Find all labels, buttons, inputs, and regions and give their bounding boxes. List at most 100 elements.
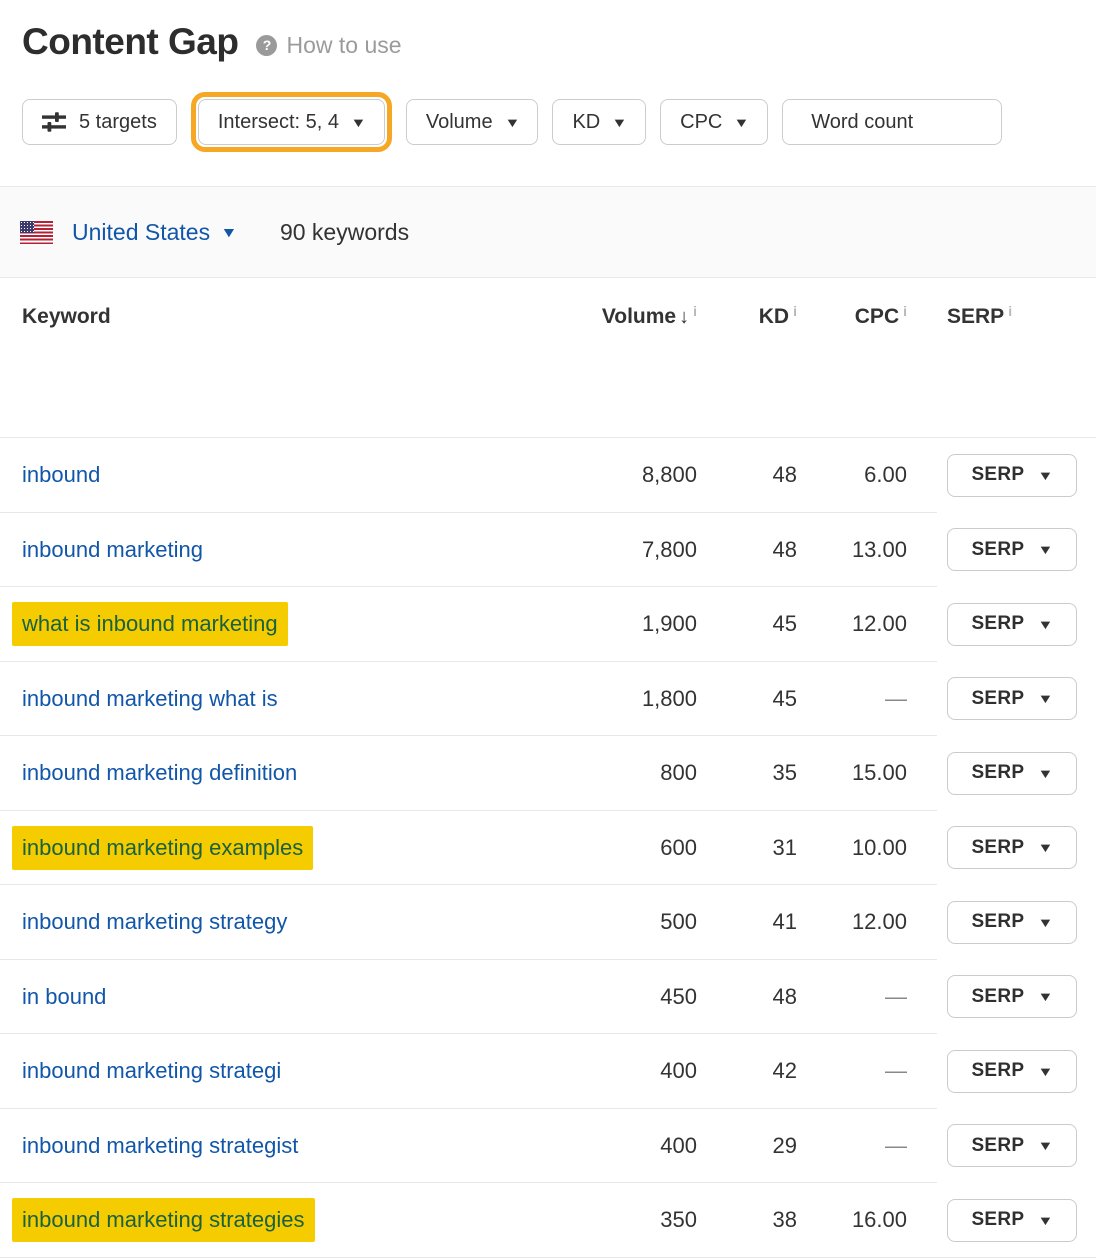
chevron-down-icon: ▼ <box>1038 990 1054 1003</box>
us-flag-icon <box>20 221 53 244</box>
serp-cell: SERP ▼ <box>907 677 1096 720</box>
volume-cell: 7,800 <box>567 537 697 563</box>
serp-button-label: SERP <box>971 613 1024 635</box>
intersect-label: Intersect: 5, 4 <box>218 111 339 134</box>
page-title: Content Gap <box>22 18 238 66</box>
serp-button-label: SERP <box>971 1209 1024 1231</box>
keyword-link[interactable]: inbound marketing strategy <box>22 909 287 935</box>
kd-cell: 29 <box>697 1133 797 1159</box>
keyword-link[interactable]: inbound marketing what is <box>22 686 278 712</box>
serp-dropdown-button[interactable]: SERP ▼ <box>947 454 1077 497</box>
table-header: Keyword Volume↓i KDi CPCi SERPi <box>0 278 1096 437</box>
serp-cell: SERP ▼ <box>907 901 1096 944</box>
chevron-down-icon: ▼ <box>220 225 237 239</box>
serp-dropdown-button[interactable]: SERP ▼ <box>947 677 1077 720</box>
serp-dropdown-button[interactable]: SERP ▼ <box>947 975 1077 1018</box>
cpc-cell: — <box>797 1133 907 1159</box>
keyword-link[interactable]: inbound marketing strategi <box>22 1058 281 1084</box>
how-to-use-label: How to use <box>286 32 401 59</box>
cpc-cell: — <box>797 984 907 1010</box>
kd-cell: 38 <box>697 1207 797 1233</box>
country-selector[interactable]: United States ▼ <box>72 219 236 246</box>
keyword-row: inbound marketing strategy 500 41 12.00 … <box>0 885 1096 960</box>
serp-button-label: SERP <box>971 762 1024 784</box>
keyword-cell: inbound marketing definition <box>22 760 567 786</box>
serp-dropdown-button[interactable]: SERP ▼ <box>947 826 1077 869</box>
keyword-count: 90 keywords <box>280 219 409 246</box>
keyword-cell: what is inbound marketing <box>22 602 567 646</box>
volume-filter-dropdown[interactable]: Volume ▼ <box>406 99 539 145</box>
cpc-filter-dropdown[interactable]: CPC ▼ <box>660 99 768 145</box>
content-gap-page: Content Gap ? How to use 5 targets Inter… <box>0 0 1096 1260</box>
cpc-info-icon[interactable]: i <box>903 303 907 319</box>
kd-cell: 41 <box>697 909 797 935</box>
intersect-dropdown[interactable]: Intersect: 5, 4 ▼ <box>198 99 385 145</box>
cpc-column-header[interactable]: CPCi <box>797 304 907 331</box>
kd-cell: 31 <box>697 835 797 861</box>
keyword-link[interactable]: inbound marketing examples <box>12 826 313 870</box>
kd-filter-dropdown[interactable]: KD ▼ <box>552 99 646 145</box>
kd-cell: 48 <box>697 537 797 563</box>
chevron-down-icon: ▼ <box>1038 1214 1054 1227</box>
cpc-cell: 6.00 <box>797 462 907 488</box>
keyword-column-header: Keyword <box>22 304 567 330</box>
page-header: Content Gap ? How to use <box>0 0 1096 66</box>
volume-header-label: Volume <box>602 305 676 328</box>
volume-info-icon[interactable]: i <box>693 303 697 319</box>
serp-button-label: SERP <box>971 837 1024 859</box>
targets-button[interactable]: 5 targets <box>22 99 177 145</box>
volume-cell: 450 <box>567 984 697 1010</box>
serp-info-icon[interactable]: i <box>1008 303 1012 319</box>
chevron-down-icon: ▼ <box>1038 767 1054 780</box>
keyword-cell: in bound <box>22 984 567 1010</box>
serp-dropdown-button[interactable]: SERP ▼ <box>947 528 1077 571</box>
serp-dropdown-button[interactable]: SERP ▼ <box>947 1124 1077 1167</box>
keyword-link[interactable]: in bound <box>22 984 106 1010</box>
keyword-link[interactable]: what is inbound marketing <box>12 602 288 646</box>
keyword-row: inbound marketing what is 1,800 45 — SER… <box>0 662 1096 737</box>
chevron-down-icon: ▼ <box>504 116 520 129</box>
cpc-cell: 12.00 <box>797 611 907 637</box>
serp-button-label: SERP <box>971 539 1024 561</box>
keyword-link[interactable]: inbound marketing strategist <box>22 1133 298 1159</box>
how-to-use-link[interactable]: ? How to use <box>256 32 401 59</box>
chevron-down-icon: ▼ <box>1038 916 1054 929</box>
keyword-cell: inbound marketing strategies <box>22 1198 567 1242</box>
word-count-filter-button[interactable]: Word count <box>782 99 1002 145</box>
chevron-down-icon: ▼ <box>1038 469 1054 482</box>
keyword-link[interactable]: inbound <box>22 462 100 488</box>
keyword-link[interactable]: inbound marketing strategies <box>12 1198 315 1242</box>
intersect-highlight-ring: Intersect: 5, 4 ▼ <box>191 92 392 152</box>
keyword-link[interactable]: inbound marketing <box>22 537 203 563</box>
serp-column-header: SERPi <box>907 304 1096 331</box>
keyword-cell: inbound marketing strategy <box>22 909 567 935</box>
country-bar: United States ▼ 90 keywords <box>0 186 1096 278</box>
serp-dropdown-button[interactable]: SERP ▼ <box>947 901 1077 944</box>
serp-dropdown-button[interactable]: SERP ▼ <box>947 752 1077 795</box>
chevron-down-icon: ▼ <box>1038 841 1054 854</box>
cpc-filter-label: CPC <box>680 111 722 134</box>
kd-info-icon[interactable]: i <box>793 303 797 319</box>
kd-cell: 45 <box>697 686 797 712</box>
serp-button-label: SERP <box>971 464 1024 486</box>
volume-column-header[interactable]: Volume↓i <box>567 304 697 331</box>
chevron-down-icon: ▼ <box>1038 543 1054 556</box>
cpc-header-label: CPC <box>855 305 899 328</box>
chevron-down-icon: ▼ <box>1038 1139 1054 1152</box>
serp-cell: SERP ▼ <box>907 752 1096 795</box>
serp-cell: SERP ▼ <box>907 603 1096 646</box>
chevron-down-icon: ▼ <box>734 116 750 129</box>
kd-cell: 45 <box>697 611 797 637</box>
keyword-row: what is inbound marketing 1,900 45 12.00… <box>0 587 1096 662</box>
serp-button-label: SERP <box>971 1135 1024 1157</box>
serp-dropdown-button[interactable]: SERP ▼ <box>947 603 1077 646</box>
volume-cell: 1,800 <box>567 686 697 712</box>
cpc-cell: 10.00 <box>797 835 907 861</box>
kd-cell: 42 <box>697 1058 797 1084</box>
kd-column-header[interactable]: KDi <box>697 304 797 331</box>
chevron-down-icon: ▼ <box>612 116 628 129</box>
volume-cell: 400 <box>567 1058 697 1084</box>
serp-dropdown-button[interactable]: SERP ▼ <box>947 1050 1077 1093</box>
serp-dropdown-button[interactable]: SERP ▼ <box>947 1199 1077 1242</box>
keyword-link[interactable]: inbound marketing definition <box>22 760 297 786</box>
